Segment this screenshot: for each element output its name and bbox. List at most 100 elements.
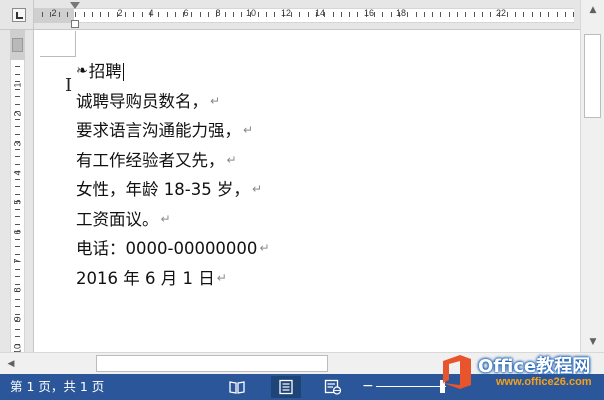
horizontal-scroll-thumb[interactable] — [96, 355, 328, 372]
ruler-tick — [15, 268, 20, 270]
doc-line[interactable]: 2016 年 6 月 1 日 ↵ — [76, 264, 270, 294]
horizontal-ruler[interactable]: 2 2 4 6 8 10 12 14 16 18 22 — [34, 0, 580, 30]
ruler-margin-handle[interactable] — [12, 38, 23, 52]
ruler-tick — [556, 12, 558, 17]
ruler-tick — [191, 12, 193, 17]
ruler-tick — [166, 12, 168, 17]
paragraph-mark-icon: ↵ — [226, 152, 237, 167]
ruler-number: 7 — [12, 258, 23, 264]
scroll-left-arrow-icon[interactable]: ◀ — [4, 356, 18, 372]
ruler-tick — [299, 12, 301, 17]
ruler-tick — [332, 12, 334, 17]
page-icon — [279, 379, 293, 395]
ruler-tick — [100, 12, 102, 17]
ruler-tick — [307, 12, 309, 17]
document-text[interactable]: ❧ 招聘 诚聘导购员数名， ↵ 要求语言沟通能力强， ↵ 有工作经验者又先， ↵ 女性，… — [76, 57, 270, 293]
ruler-tick — [15, 156, 20, 157]
ruler-tick — [349, 12, 351, 17]
ruler-number: 10 — [245, 8, 257, 18]
ruler-tick — [15, 246, 20, 247]
ruler-tick — [15, 216, 20, 217]
ruler-tick — [440, 12, 442, 17]
doc-line[interactable]: 女性，年龄 18-35 岁， ↵ — [76, 175, 270, 205]
print-layout-button[interactable] — [271, 376, 301, 398]
ruler-tick — [15, 336, 20, 337]
ruler-tick — [141, 12, 143, 17]
ruler-tick — [490, 12, 492, 17]
doc-line[interactable]: 有工作经验者又先， ↵ — [76, 146, 270, 176]
paragraph-mark-icon: ↵ — [160, 211, 171, 226]
doc-line[interactable]: 工资面议。 ↵ — [76, 205, 270, 235]
ruler-tick — [83, 12, 85, 17]
ruler-tick — [15, 208, 20, 210]
doc-line-text: 电话：0000-00000000 — [76, 239, 258, 258]
ruler-number: 3 — [12, 141, 23, 147]
site-watermark: Office教程网 www.office26.com — [440, 350, 604, 400]
ruler-number: 4 — [148, 8, 154, 18]
doc-line-text: 女性，年龄 18-35 岁， — [76, 180, 250, 199]
ruler-tick — [266, 12, 268, 17]
read-mode-button[interactable] — [222, 376, 252, 398]
book-icon — [229, 381, 245, 394]
doc-line[interactable]: 电话：0000-00000000 ↵ — [76, 234, 270, 264]
vertical-ruler[interactable]: 1 2 3 4 5 6 7 8 9 10 — [0, 30, 34, 352]
paragraph-mark-icon: ↵ — [251, 182, 262, 196]
document-page[interactable]: ❧ 招聘 诚聘导购员数名， ↵ 要求语言沟通能力强， ↵ 有工作经验者又先， ↵ 女性，… — [34, 31, 580, 352]
ruler-tick — [208, 12, 209, 17]
doc-line-text: 2016 年 6 月 1 日 — [76, 268, 215, 288]
ruler-tick — [432, 12, 434, 17]
tab-selector-icon[interactable] — [12, 8, 26, 22]
ruler-tick — [415, 12, 417, 17]
zoom-out-button[interactable]: − — [362, 377, 374, 395]
ruler-number: 14 — [314, 8, 326, 18]
ruler-tick — [382, 12, 384, 17]
ruler-number: 2 — [117, 8, 123, 18]
ruler-tick — [42, 12, 43, 17]
ruler-number: 22 — [495, 8, 507, 18]
doc-line[interactable]: 要求语言沟通能力强， ↵ — [76, 116, 270, 146]
doc-line-text: 要求语言沟通能力强， — [76, 121, 241, 140]
ruler-number: 1 — [12, 82, 23, 88]
scroll-down-arrow-icon[interactable]: ▼ — [585, 334, 601, 350]
ruler-number: 12 — [280, 8, 292, 18]
scroll-up-arrow-icon[interactable]: ▲ — [585, 2, 601, 18]
watermark-title: Office教程网 — [478, 356, 591, 377]
ruler-number: 2 — [51, 8, 57, 18]
margin-crop-mark — [40, 31, 76, 57]
doc-line-title[interactable]: ❧ 招聘 — [76, 57, 270, 87]
watermark-url: www.office26.com — [496, 376, 592, 388]
ruler-tick — [515, 12, 517, 17]
ruler-number: 2 — [12, 111, 23, 117]
office-logo-icon — [443, 355, 471, 389]
ruler-number: 4 — [12, 170, 23, 176]
ruler-tick — [548, 12, 550, 17]
paragraph-mark-icon: ↵ — [259, 241, 270, 255]
ruler-tick — [108, 12, 110, 17]
ruler-tick — [15, 186, 20, 187]
ruler-tick — [540, 12, 541, 17]
ruler-tick — [15, 133, 20, 135]
ruler-tick — [274, 12, 276, 17]
ruler-number: 6 — [12, 229, 23, 235]
ruler-number: 6 — [183, 8, 189, 18]
ibeam-cursor-icon: I — [65, 75, 73, 96]
page-count[interactable]: 第 1 页，共 1 页 — [10, 378, 104, 396]
web-page-icon — [324, 379, 342, 395]
ruler-tick — [224, 12, 226, 17]
web-layout-button[interactable] — [318, 376, 348, 398]
indent-marker-icon[interactable] — [70, 2, 80, 28]
doc-line-text: 招聘 — [88, 62, 122, 81]
doc-line-text: 诚聘导购员数名， — [76, 91, 208, 111]
ruler-tick — [473, 12, 475, 17]
doc-line[interactable]: 诚聘导购员数名， ↵ — [76, 87, 270, 117]
ruler-tick — [15, 66, 20, 67]
ruler-tick — [15, 193, 20, 195]
ruler-tick — [481, 12, 483, 17]
ruler-tick — [465, 12, 467, 17]
zoom-slider-track[interactable] — [376, 386, 446, 387]
vertical-scroll-thumb[interactable] — [584, 34, 601, 118]
vertical-scrollbar[interactable]: ▲ ▼ — [580, 0, 604, 352]
ruler-tick — [257, 12, 259, 17]
ruler-number: 8 — [12, 287, 23, 293]
ruler-number: 18 — [395, 8, 407, 18]
